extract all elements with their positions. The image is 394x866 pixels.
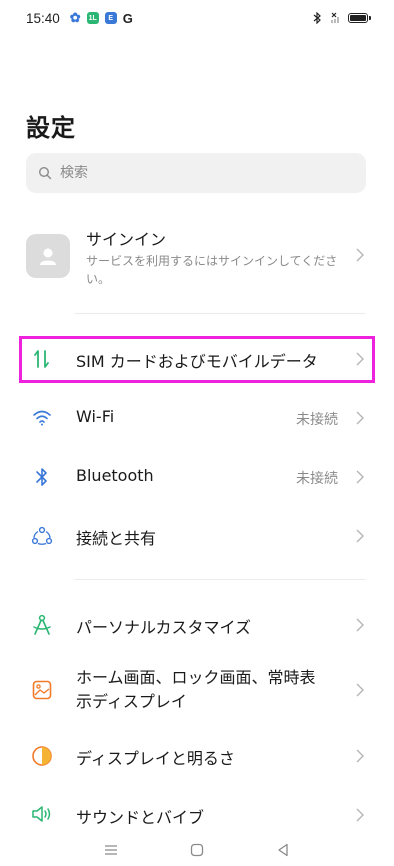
chevron-right-icon bbox=[356, 248, 364, 262]
wifi-icon bbox=[30, 406, 54, 430]
setting-wifi[interactable]: Wi-Fi 未接続 bbox=[0, 390, 394, 446]
setting-connection-sharing[interactable]: 接続と共有 bbox=[0, 508, 394, 564]
setting-status: 未接続 bbox=[296, 471, 338, 487]
search-icon bbox=[38, 166, 52, 180]
no-signal-icon bbox=[331, 12, 339, 23]
account-name: サインイン bbox=[86, 230, 167, 249]
chevron-right-icon bbox=[356, 683, 364, 697]
divider bbox=[74, 313, 366, 314]
bluetooth-status-icon bbox=[313, 12, 321, 24]
setting-label: Bluetooth bbox=[76, 466, 154, 485]
chevron-right-icon bbox=[356, 808, 364, 822]
setting-homescreen-lockscreen[interactable]: ホーム画面、ロック画面、常時表 示ディスプレイ bbox=[0, 658, 394, 722]
home-icon[interactable] bbox=[188, 841, 206, 859]
setting-label-line1: ホーム画面、ロック画面、常時表 bbox=[76, 668, 316, 687]
status-time: 15:40 bbox=[26, 10, 60, 26]
person-icon bbox=[40, 248, 56, 265]
battery-icon bbox=[348, 13, 371, 23]
divider bbox=[74, 579, 366, 580]
search-bar[interactable] bbox=[26, 153, 366, 193]
setting-label: ディスプレイと明るさ bbox=[76, 749, 235, 768]
avatar bbox=[26, 234, 70, 278]
share-connection-icon bbox=[30, 524, 54, 548]
chevron-right-icon bbox=[356, 529, 364, 543]
setting-label: 接続と共有 bbox=[76, 529, 157, 548]
status-bar: 15:40 ✿ 1L E G bbox=[0, 0, 394, 36]
setting-display-brightness[interactable]: ディスプレイと明るさ bbox=[0, 728, 394, 784]
homescreen-icon bbox=[30, 678, 54, 702]
highlight-box bbox=[19, 336, 375, 383]
setting-label: ホーム画面、ロック画面、常時表 示ディスプレイ bbox=[76, 666, 316, 714]
setting-label-line2: 示ディスプレイ bbox=[76, 692, 187, 711]
page-title: 設定 bbox=[26, 114, 76, 142]
app-badge-green-icon: 1L bbox=[86, 12, 99, 24]
setting-bluetooth[interactable]: Bluetooth 未接続 bbox=[0, 449, 394, 505]
menu-icon[interactable] bbox=[102, 841, 120, 859]
account-signin-row[interactable]: サインイン サービスを利用するにはサインインしてください。 bbox=[0, 222, 394, 292]
setting-personalize[interactable]: パーソナルカスタマイズ bbox=[0, 597, 394, 653]
gear-icon: ✿ bbox=[69, 10, 81, 25]
chevron-right-icon bbox=[356, 411, 364, 425]
bluetooth-icon bbox=[30, 465, 54, 489]
chevron-right-icon bbox=[356, 749, 364, 763]
google-icon: G bbox=[122, 10, 133, 26]
navigation-bar bbox=[0, 834, 394, 866]
chevron-right-icon bbox=[356, 618, 364, 632]
setting-label: サウンドとバイブ bbox=[76, 808, 205, 827]
sound-icon bbox=[30, 802, 54, 826]
app-badge-blue-icon: E bbox=[104, 12, 117, 24]
compass-personalize-icon bbox=[30, 613, 54, 637]
setting-label: Wi-Fi bbox=[76, 407, 115, 426]
chevron-right-icon bbox=[356, 470, 364, 484]
back-icon[interactable] bbox=[274, 841, 292, 859]
display-brightness-icon bbox=[30, 744, 54, 768]
setting-status: 未接続 bbox=[296, 412, 338, 428]
setting-label: パーソナルカスタマイズ bbox=[76, 618, 252, 637]
account-description: サービスを利用するにはサインインしてください。 bbox=[86, 254, 338, 286]
search-input[interactable] bbox=[60, 165, 340, 181]
